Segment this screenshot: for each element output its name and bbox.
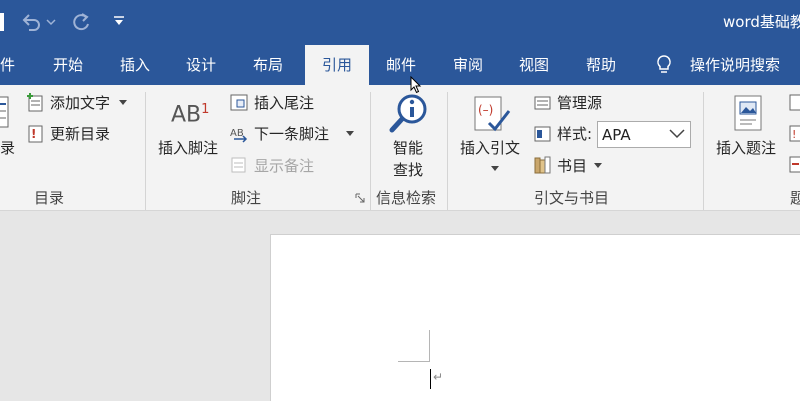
next-footnote-dropdown-icon[interactable] bbox=[346, 131, 354, 137]
style-icon bbox=[534, 126, 551, 142]
add-text-icon bbox=[27, 93, 43, 112]
next-footnote-button[interactable]: 下一条脚注 bbox=[254, 124, 329, 144]
insert-caption-button[interactable]: 插入题注 bbox=[716, 138, 776, 158]
ribbon-tab-bar: 件 开始 插入 设计 布局 引用 邮件 审阅 视图 帮助 操作说明搜索 bbox=[0, 45, 800, 85]
undo-icon[interactable] bbox=[20, 12, 42, 32]
group-separator bbox=[145, 92, 146, 210]
tab-mailings[interactable]: 邮件 bbox=[386, 55, 416, 75]
undo-dropdown-icon[interactable] bbox=[46, 18, 56, 26]
group-label-captions: 题 bbox=[790, 189, 800, 207]
tab-view[interactable]: 视图 bbox=[519, 55, 549, 75]
smart-lookup-button[interactable]: 智能 bbox=[393, 138, 423, 158]
next-footnote-icon: AB bbox=[230, 128, 248, 143]
insert-citation-icon: (–) bbox=[474, 96, 511, 132]
margin-guide-horizontal bbox=[398, 361, 430, 362]
update-toc-icon: ! bbox=[28, 125, 43, 143]
group-separator bbox=[370, 92, 371, 210]
text-cursor bbox=[430, 369, 431, 389]
style-label: 样式: bbox=[557, 125, 593, 143]
show-notes-button[interactable]: 显示备注 bbox=[254, 156, 314, 176]
group-label-footnotes: 脚注 bbox=[231, 189, 262, 207]
insert-endnote-icon bbox=[230, 94, 248, 111]
insert-endnote-button[interactable]: 插入尾注 bbox=[254, 93, 314, 113]
bibliography-icon bbox=[534, 156, 551, 174]
manage-sources-icon bbox=[534, 96, 551, 110]
app-logo-edge bbox=[0, 13, 4, 31]
mouse-cursor-icon bbox=[410, 76, 422, 94]
insert-footnote-button[interactable]: 插入脚注 bbox=[158, 138, 218, 158]
manage-sources-button[interactable]: 管理源 bbox=[557, 93, 602, 113]
citation-style-select[interactable]: APA bbox=[597, 121, 691, 148]
window-title: word基础教 bbox=[723, 13, 800, 31]
bibliography-dropdown-icon[interactable] bbox=[594, 163, 602, 169]
update-table-icon: ! bbox=[789, 125, 800, 142]
redo-icon[interactable] bbox=[70, 11, 92, 33]
tab-design[interactable]: 设计 bbox=[186, 55, 216, 75]
tab-references[interactable]: 引用 bbox=[305, 45, 369, 85]
show-notes-icon bbox=[231, 157, 246, 173]
smart-lookup-icon bbox=[389, 94, 427, 133]
smart-lookup-button-line2[interactable]: 查找 bbox=[393, 160, 423, 180]
group-separator bbox=[447, 92, 448, 210]
chevron-down-icon bbox=[669, 129, 685, 139]
citation-style-value: APA bbox=[602, 126, 631, 144]
lightbulb-icon bbox=[657, 55, 671, 73]
insert-caption-icon bbox=[734, 95, 762, 131]
update-toc-button[interactable]: 更新目录 bbox=[50, 124, 110, 144]
document-page[interactable]: ↵ bbox=[270, 234, 800, 401]
svg-text:!: ! bbox=[31, 127, 36, 141]
bibliography-button[interactable]: 书目 bbox=[557, 156, 587, 176]
margin-guide-vertical bbox=[429, 330, 430, 362]
group-separator bbox=[703, 92, 704, 210]
tab-review[interactable]: 审阅 bbox=[453, 55, 483, 75]
insert-citation-dropdown-icon[interactable] bbox=[491, 166, 499, 172]
tab-home[interactable]: 开始 bbox=[53, 55, 83, 75]
add-text-dropdown-icon[interactable] bbox=[119, 100, 127, 106]
footnote-dialog-launcher-icon[interactable] bbox=[355, 193, 365, 203]
insert-citation-button[interactable]: 插入引文 bbox=[460, 138, 520, 158]
table-of-contents-icon[interactable] bbox=[0, 96, 10, 130]
cross-reference-icon bbox=[789, 156, 800, 173]
group-label-research: 信息检索 bbox=[376, 189, 437, 207]
svg-text:!: ! bbox=[792, 128, 796, 141]
tell-me-search[interactable]: 操作说明搜索 bbox=[690, 55, 780, 75]
toc-button-label[interactable]: 录 bbox=[0, 138, 15, 158]
insert-footnote-icon: AB1 bbox=[171, 102, 210, 128]
tab-insert[interactable]: 插入 bbox=[120, 55, 150, 75]
paragraph-mark: ↵ bbox=[433, 370, 444, 384]
svg-text:AB: AB bbox=[230, 128, 244, 139]
svg-text:(–): (–) bbox=[478, 103, 493, 117]
tab-help[interactable]: 帮助 bbox=[586, 55, 616, 75]
title-bar: word基础教 bbox=[0, 0, 800, 45]
tab-file[interactable]: 件 bbox=[0, 55, 15, 75]
group-label-citations: 引文与书目 bbox=[534, 189, 610, 207]
tab-layout[interactable]: 布局 bbox=[253, 55, 283, 75]
insert-table-of-figures-icon bbox=[789, 94, 800, 111]
add-text-button[interactable]: 添加文字 bbox=[50, 93, 110, 113]
group-label-toc: 目录 bbox=[34, 189, 65, 207]
customize-quick-access-icon[interactable] bbox=[112, 14, 126, 28]
